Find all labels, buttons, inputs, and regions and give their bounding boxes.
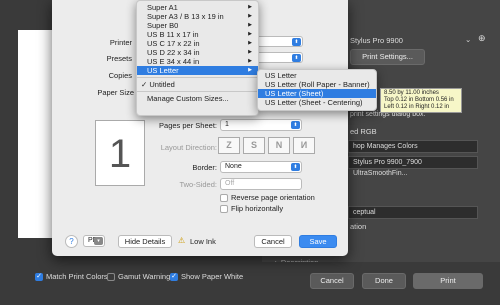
cancel-button[interactable]: Cancel [254,235,292,248]
pages-per-sheet-select[interactable]: 1 ⬍ [220,119,302,131]
ps-cancel-button[interactable]: Cancel [310,273,354,289]
submenu-item-roll-paper-banner[interactable]: US Letter (Roll Paper - Banner) [258,80,376,89]
paper-size-menu: Super A1 ▶ Super A3 / B 13 x 19 in ▶ Super… [136,0,259,116]
checkbox-unchecked-icon [220,205,228,214]
warning-icon: ⚠ [178,236,186,245]
checkbox-checked-icon: ✓ [35,273,43,282]
submenu-arrow-icon: ▶ [248,67,252,73]
menu-item-label: Super B0 [147,21,179,30]
printer-profile-select[interactable]: Stylus Pro 9900_7900 UltraSmoothFin... [348,156,478,177]
menu-item-super-a3[interactable]: Super A3 / B 13 x 19 in ▶ [137,12,258,21]
copies-label: Copies [108,71,132,80]
menu-item-us-letter[interactable]: US Letter ▶ [137,66,258,75]
paper-size-tooltip: 8.50 by 11.00 inches Top 0.12 in Bottom … [380,88,462,113]
submenu-arrow-icon: ▶ [248,13,252,19]
menu-item-us-d[interactable]: US D 22 x 34 in ▶ [137,48,258,57]
menu-item-label: Super A1 [147,3,178,12]
print-settings-button[interactable]: Print Settings... [350,49,425,65]
match-print-colors-label: Match Print Colors [46,272,108,281]
checkbox-unchecked-icon [107,273,115,282]
submenu-item-sheet-centering[interactable]: US Letter (Sheet - Centering) [258,98,376,107]
menu-item-label: US B 11 x 17 in [147,30,199,39]
color-handling-select[interactable]: hop Manages Colors [348,140,478,153]
checkbox-unchecked-icon [220,194,228,203]
submenu-arrow-icon: ▶ [248,40,252,46]
rendering-intent-select[interactable]: ceptual [348,206,478,219]
menu-item-us-e[interactable]: US E 34 x 44 in ▶ [137,57,258,66]
border-label: Border: [192,163,217,172]
pdf-menu-button[interactable]: PDF▾ [83,235,105,247]
menu-separator [137,77,258,78]
layout-n-reverse-icon[interactable]: И [293,137,315,154]
menu-item-label: US C 17 x 22 in [147,39,200,48]
reverse-orientation-checkbox[interactable]: Reverse page orientation [220,193,315,203]
chevron-updown-icon: ⬍ [292,38,301,46]
submenu-arrow-icon: ▶ [248,58,252,64]
tooltip-line: 8.50 by 11.00 inches [384,90,439,96]
layout-s-icon[interactable]: S [243,137,265,154]
layout-n-icon[interactable]: N [268,137,290,154]
chevron-updown-icon: ⬍ [291,163,300,171]
border-value: None [225,163,242,170]
menu-item-us-c[interactable]: US C 17 x 22 in ▶ [137,39,258,48]
two-sided-value: Off [225,180,235,187]
presets-label: Presets [106,54,132,63]
tooltip-line: Top 0.12 in Bottom 0.56 in [384,97,454,103]
printer-label: Printer [109,38,132,47]
menu-item-us-b[interactable]: US B 11 x 17 in ▶ [137,30,258,39]
tooltip-line: Left 0.12 in Right 0.12 in [384,104,450,110]
printer-chevron-icon[interactable]: ⌄ [465,35,471,44]
printer-name: Stylus Pro 9900 [350,36,403,45]
flip-horizontally-checkbox[interactable]: Flip horizontally [220,204,284,214]
menu-item-super-a1[interactable]: Super A1 ▶ [137,3,258,12]
submenu-item-us-letter[interactable]: US Letter [258,71,376,80]
menu-separator [137,91,258,92]
menu-item-super-b0[interactable]: Super B0 ▶ [137,21,258,30]
ps-print-button[interactable]: Print [413,273,483,289]
gamut-warning-label: Gamut Warning [118,272,171,281]
show-paper-white-label: Show Paper White [181,272,244,281]
gamut-warning-checkbox[interactable]: Gamut Warning [107,272,171,282]
two-sided-label: Two-Sided: [179,180,217,189]
checkbox-checked-icon: ✓ [170,273,178,282]
submenu-item-sheet[interactable]: US Letter (Sheet) [258,89,376,98]
us-letter-submenu: US Letter US Letter (Roll Paper - Banner… [257,69,377,111]
menu-item-label: Super A3 / B 13 x 19 in [147,12,224,21]
submenu-arrow-icon: ▶ [248,22,252,28]
page-thumbnail: 1 [95,120,145,186]
printer-add-icon[interactable]: ⊕ [478,33,486,44]
menu-item-label: US E 34 x 44 in [147,57,200,66]
border-select[interactable]: None ⬍ [220,161,302,173]
ps-done-button[interactable]: Done [362,273,406,289]
menu-item-label: US D 22 x 34 in [147,48,200,57]
reverse-orientation-label: Reverse page orientation [231,193,315,202]
chevron-updown-icon: ⬍ [292,54,301,62]
flip-horizontally-label: Flip horizontally [231,204,284,213]
menu-item-untitled[interactable]: ✓ Untitled [137,80,258,89]
save-button[interactable]: Save [299,235,337,248]
color-space: ed RGB [350,127,377,136]
show-paper-white-checkbox[interactable]: ✓ Show Paper White [170,272,244,282]
menu-item-label: Untitled [149,80,175,89]
help-button[interactable]: ? [65,235,78,248]
submenu-arrow-icon: ▶ [248,4,252,10]
two-sided-select[interactable]: Off [220,178,302,190]
menu-item-manage-custom-sizes[interactable]: Manage Custom Sizes... [137,94,258,103]
paper-size-label: Paper Size [97,88,134,97]
layout-direction-label: Layout Direction: [160,143,217,152]
pages-per-sheet-label: Pages per Sheet: [159,121,217,130]
low-ink-label: Low Ink [190,237,216,246]
chevron-down-icon: ▾ [94,237,103,245]
hide-details-button[interactable]: Hide Details [118,235,172,248]
submenu-arrow-icon: ▶ [248,31,252,37]
pages-per-sheet-value: 1 [225,121,229,128]
layout-z-icon[interactable]: Z [218,137,240,154]
menu-item-label: US Letter [147,66,179,75]
submenu-arrow-icon: ▶ [248,49,252,55]
black-point-compensation[interactable]: ation [350,222,366,231]
match-print-colors-checkbox[interactable]: ✓ Match Print Colors [35,272,108,282]
chevron-updown-icon: ⬍ [291,121,300,129]
